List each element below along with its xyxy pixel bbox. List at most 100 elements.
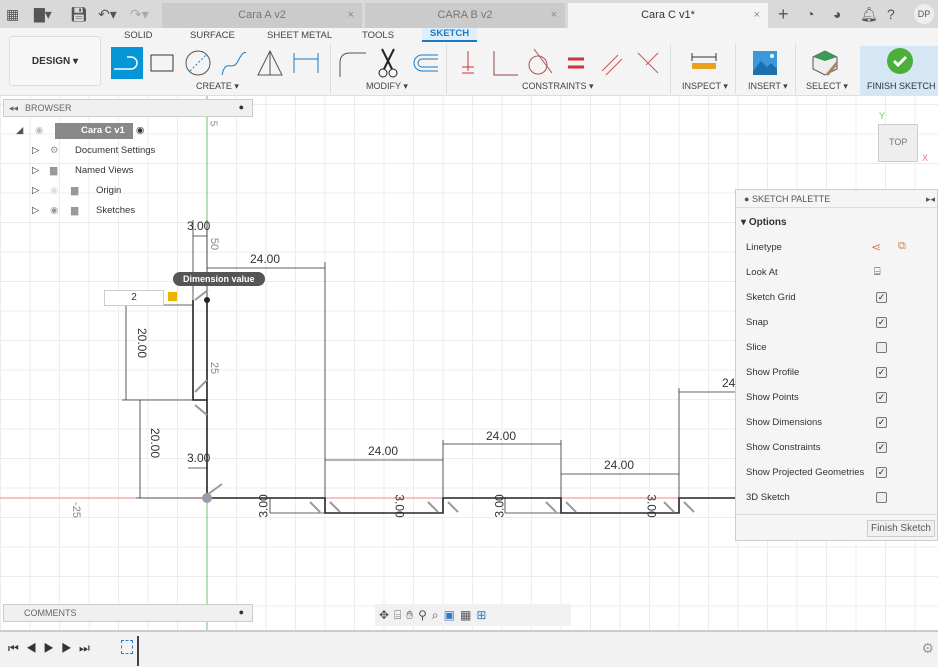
palette-checkbox[interactable]: ✓ [876, 442, 887, 453]
perpendicular-constraint-icon[interactable] [488, 47, 520, 79]
look-at-icon[interactable]: ⌸ [874, 266, 881, 279]
notifications-icon[interactable]: 🔔︎ [860, 5, 878, 23]
offset-tool-icon[interactable] [408, 47, 440, 79]
mirror-tool-icon[interactable] [254, 47, 286, 79]
add-comment-icon[interactable]: ● [239, 607, 244, 617]
insert-image-icon[interactable] [749, 47, 781, 79]
fillet-tool-icon[interactable] [336, 47, 368, 79]
options-section[interactable]: ▾ Options [741, 217, 787, 228]
undo-icon[interactable]: ↶▾ [98, 5, 117, 23]
modify-menu[interactable]: MODIFY ▾ [366, 81, 408, 92]
dimension-label[interactable]: 3.00 [493, 494, 507, 517]
sketch-feature-icon[interactable] [121, 640, 133, 654]
dimension-label[interactable]: 20.00 [135, 328, 149, 358]
tab-cara-a[interactable]: Cara A v2 × [162, 3, 362, 28]
next-icon[interactable]: ▶ [61, 641, 79, 655]
expand-icon[interactable]: ▷ [32, 143, 39, 159]
last-icon[interactable]: ⏭ [79, 641, 97, 655]
help-icon[interactable]: ? [887, 5, 895, 23]
line-tool-icon[interactable] [111, 47, 143, 79]
palette-checkbox[interactable]: ✓ [876, 417, 887, 428]
dimension-label[interactable]: 3.00 [645, 494, 659, 517]
dimension-label[interactable]: 24.00 [486, 429, 516, 443]
orbit-icon[interactable]: ✥ [379, 608, 394, 622]
dimension-label[interactable]: 24 [722, 376, 735, 390]
perpendicular-lines-icon[interactable] [632, 47, 664, 79]
first-icon[interactable]: ⏮ [8, 641, 26, 655]
palette-checkbox[interactable]: ✓ [876, 292, 887, 303]
visibility-eye-icon[interactable]: ◉ [50, 203, 58, 219]
inspect-menu[interactable]: INSPECT ▾ [682, 81, 728, 92]
close-icon[interactable]: × [551, 3, 557, 28]
create-menu[interactable]: CREATE ▾ [196, 81, 239, 92]
circle-tool-icon[interactable] [182, 47, 214, 79]
expand-icon[interactable]: ▷ [32, 183, 39, 199]
tab-solid[interactable]: SOLID [124, 30, 153, 41]
dimension-label[interactable]: 3.00 [257, 494, 271, 517]
collapse-icon[interactable]: ● [744, 194, 752, 204]
visibility-eye-icon[interactable]: ◉ [50, 183, 58, 199]
browser-root-item[interactable]: Cara C v1 [55, 123, 133, 139]
dimension-value-input[interactable]: 2 [104, 290, 164, 306]
palette-checkbox[interactable]: ✓ [876, 367, 887, 378]
timeline-marker[interactable] [137, 636, 139, 666]
palette-checkbox[interactable] [876, 342, 887, 353]
tab-sketch[interactable]: SKETCH [422, 28, 478, 42]
expand-icon[interactable]: ▷ [32, 163, 39, 179]
tab-cara-b[interactable]: CARA B v2 × [365, 3, 565, 28]
collapse-icon[interactable]: ◂◂ [9, 103, 18, 114]
workspace-switcher[interactable]: DESIGN ▾ [9, 36, 101, 86]
tab-tools[interactable]: TOOLS [362, 30, 394, 41]
zoom-icon[interactable]: ⚲ [418, 608, 432, 622]
expand-icon[interactable]: ▷ [32, 203, 39, 219]
linetype-construction-icon[interactable]: ⋖ [871, 240, 881, 254]
dimension-label[interactable]: 24.00 [250, 252, 280, 266]
rectangle-tool-icon[interactable] [146, 47, 178, 79]
parallel-constraint-icon[interactable] [596, 47, 628, 79]
finish-sketch-button[interactable]: FINISH SKETCH ▾ [860, 46, 938, 96]
tangent-constraint-icon[interactable] [524, 47, 556, 79]
palette-checkbox[interactable]: ✓ [876, 317, 887, 328]
trim-scissors-icon[interactable] [372, 47, 404, 79]
dimension-label[interactable]: 3.00 [393, 494, 407, 517]
dimension-label[interactable]: 20.00 [148, 428, 162, 458]
linetype-centerline-icon[interactable]: ⧉ [898, 240, 906, 253]
palette-checkbox[interactable]: ✓ [876, 392, 887, 403]
play-icon[interactable]: ▶ [44, 641, 62, 655]
viewcube-face[interactable]: TOP [889, 137, 907, 147]
close-icon[interactable]: × [754, 3, 760, 28]
palette-checkbox[interactable]: ✓ [876, 467, 887, 478]
insert-menu[interactable]: INSERT ▾ [748, 81, 788, 92]
activate-radio-icon[interactable]: ◉ [136, 123, 144, 139]
collapse-root-icon[interactable]: ◢ [16, 123, 23, 139]
equal-constraint-icon[interactable] [560, 47, 592, 79]
fit-icon[interactable]: ⌕ [432, 608, 444, 622]
settings-gear-icon[interactable]: ⚙ [921, 640, 934, 657]
previous-icon[interactable]: ◀ [26, 641, 44, 655]
close-icon[interactable]: × [348, 3, 354, 28]
avatar[interactable]: DP [914, 4, 934, 24]
tab-sheet-metal[interactable]: SHEET METAL [267, 30, 332, 41]
file-icon[interactable]: ▇▾ [34, 5, 52, 23]
finish-sketch-palette-button[interactable]: Finish Sketch [866, 520, 935, 537]
select-icon[interactable] [809, 47, 841, 79]
tab-cara-c[interactable]: Cara C v1* × [568, 3, 768, 28]
viewports-icon[interactable]: ⊞ [476, 608, 491, 622]
dimension-tool-icon[interactable] [290, 47, 322, 79]
viewcube[interactable]: TOP [878, 124, 918, 162]
new-tab-icon[interactable]: + [778, 5, 789, 23]
grid-settings-icon[interactable]: ▦ [460, 608, 476, 622]
save-icon[interactable]: 💾︎ [70, 5, 88, 23]
pan-hand-icon[interactable]: ✋︎ [406, 608, 418, 622]
dimension-label[interactable]: 24.00 [604, 458, 634, 472]
expand-palette-icon[interactable]: ▸◂ [926, 194, 935, 205]
extensions-icon[interactable]: ◔ [806, 5, 814, 23]
dimension-label[interactable]: 3.00 [187, 219, 210, 233]
apps-grid-icon[interactable]: ▦ [6, 5, 19, 23]
dimension-label[interactable]: 24.00 [368, 444, 398, 458]
look-at-icon[interactable]: ⌸ [394, 608, 406, 622]
coincident-constraint-icon[interactable] [452, 47, 484, 79]
redo-icon[interactable]: ↷▾ [130, 5, 149, 23]
palette-checkbox[interactable] [876, 492, 887, 503]
select-menu[interactable]: SELECT ▾ [806, 81, 848, 92]
